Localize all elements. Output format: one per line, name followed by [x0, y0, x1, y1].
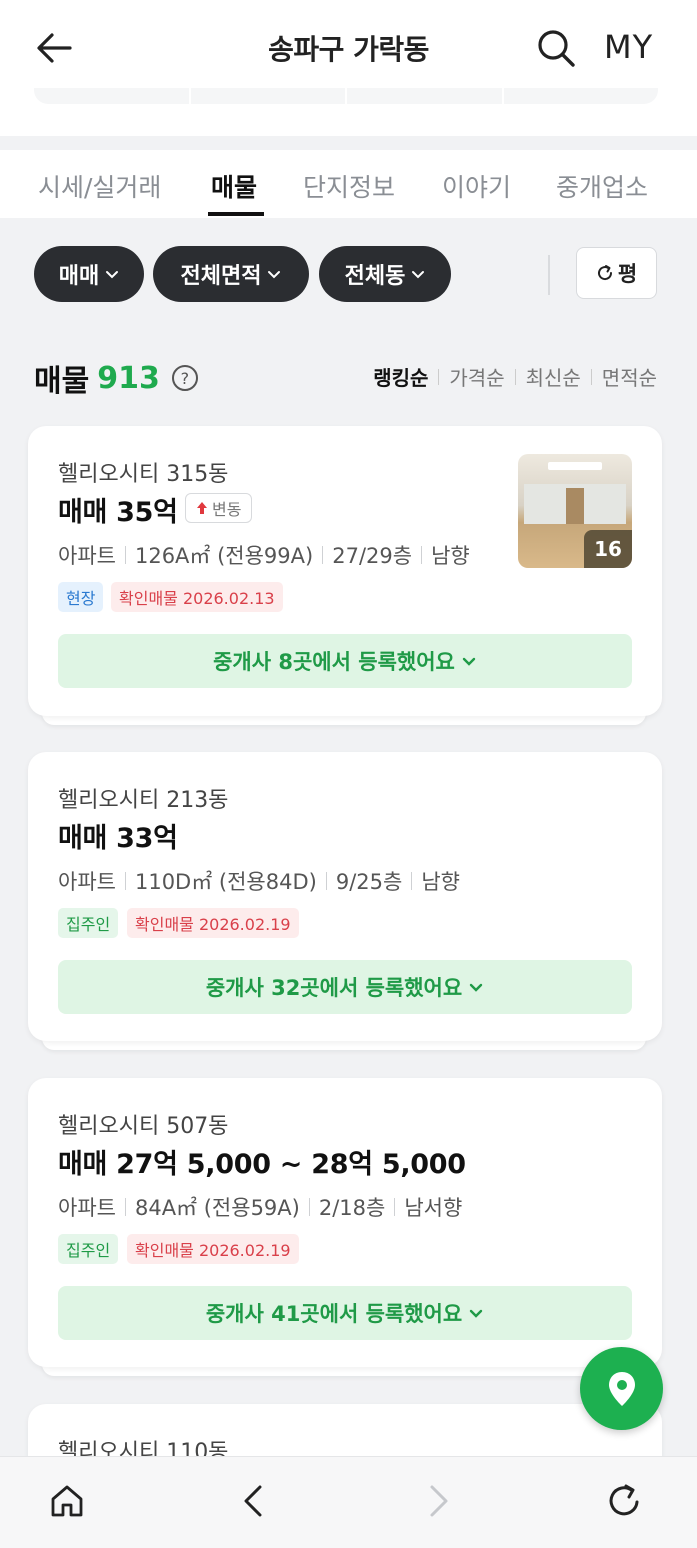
owner-tag: 집주인 — [58, 908, 119, 938]
owner-tag: 집주인 — [58, 1234, 119, 1264]
tab-bar: 시세/실거래 매물 단지정보 이야기 중개업소 — [0, 150, 697, 218]
trade-type-filter[interactable]: 매매 — [34, 246, 144, 302]
chevron-down-icon — [268, 271, 281, 279]
listing-type: 아파트 — [58, 544, 116, 568]
agent-expand-button[interactable]: 중개사 41곳에서 등록했어요 — [58, 1286, 632, 1340]
search-icon — [538, 30, 575, 67]
area-filter-label: 전체면적 — [180, 264, 262, 289]
chevron-down-icon — [106, 271, 119, 279]
listing-count: 매물 913 ? — [34, 356, 198, 400]
chevron-down-icon — [469, 1309, 483, 1318]
listing-count-label: 매물 — [34, 364, 90, 399]
refresh-icon — [609, 1484, 639, 1516]
active-tab-indicator — [208, 212, 264, 216]
listing-info: 아파트 126A㎡ (전용99A) 27/29층 남향 — [58, 540, 470, 570]
sort-newest[interactable]: 최신순 — [526, 362, 581, 391]
tab-complex-info[interactable]: 단지정보 — [303, 168, 395, 204]
home-icon — [51, 1485, 83, 1517]
listing-floor: 2/18층 — [318, 1196, 386, 1220]
trade-type-label: 매매 — [58, 264, 100, 289]
listing-building: 헬리오시티 315동 — [58, 462, 229, 487]
listing-price: 매매 35억 — [58, 497, 178, 528]
listing-floor: 9/25층 — [335, 870, 403, 894]
listing-photo[interactable]: 16 — [518, 454, 632, 568]
chevron-down-icon — [469, 983, 483, 992]
confirmed-listing-tag: 확인매물 2026.02.13 — [111, 582, 283, 612]
agent-count-label: 중개사 8곳에서 등록했어요 — [213, 650, 455, 674]
listing-info: 아파트 110D㎡ (전용84D) 9/25층 남향 — [58, 866, 460, 896]
browser-back-button[interactable] — [232, 1479, 276, 1523]
confirmed-listing-tag: 확인매물 2026.02.19 — [127, 1234, 299, 1264]
agent-count-label: 중개사 32곳에서 등록했어요 — [205, 976, 463, 1000]
agent-count-label: 중개사 41곳에서 등록했어요 — [205, 1302, 463, 1326]
building-filter[interactable]: 전체동 — [319, 246, 451, 302]
filter-divider — [548, 255, 550, 295]
listing-building: 헬리오시티 213동 — [58, 788, 229, 813]
listing-floor: 27/29층 — [332, 544, 413, 568]
my-button[interactable]: MY — [604, 28, 653, 66]
listing-type: 아파트 — [58, 1196, 116, 1220]
browser-forward-button[interactable] — [416, 1479, 460, 1523]
reload-button[interactable] — [602, 1479, 646, 1523]
app-header: 송파구 가락동 MY — [0, 0, 697, 96]
chevron-right-icon — [430, 1485, 448, 1517]
price-change-label: 변동 — [212, 500, 242, 519]
arrow-up-icon — [197, 502, 207, 514]
tab-stories[interactable]: 이야기 — [442, 168, 511, 204]
tab-listings[interactable]: 매물 — [211, 168, 257, 204]
map-pin-icon — [608, 1371, 635, 1406]
map-view-button[interactable] — [580, 1347, 663, 1430]
listing-direction: 남서향 — [404, 1196, 463, 1220]
listing-info: 아파트 84A㎡ (전용59A) 2/18층 남서향 — [58, 1192, 462, 1222]
help-icon[interactable]: ? — [171, 365, 198, 391]
building-filter-label: 전체동 — [344, 264, 406, 289]
refresh-icon — [597, 265, 612, 281]
sort-area[interactable]: 면적순 — [602, 362, 657, 391]
listing-area: 110D㎡ (전용84D) — [134, 870, 317, 894]
area-filter[interactable]: 전체면적 — [153, 246, 309, 302]
page-title: 송파구 가락동 — [268, 33, 429, 66]
photo-count: 16 — [584, 530, 632, 568]
listing-direction: 남향 — [421, 870, 460, 894]
listing-count-number: 913 — [97, 360, 160, 396]
listing-area: 126A㎡ (전용99A) — [134, 544, 314, 568]
sort-price[interactable]: 가격순 — [449, 362, 504, 391]
agent-expand-button[interactable]: 중개사 8곳에서 등록했어요 — [58, 634, 632, 688]
price-change-badge: 변동 — [185, 493, 253, 523]
home-button[interactable] — [45, 1479, 89, 1523]
chevron-down-icon — [412, 271, 425, 279]
tab-agencies[interactable]: 중개업소 — [556, 168, 648, 204]
unit-toggle-label: 평 — [617, 262, 638, 286]
listing-area: 84A㎡ (전용59A) — [134, 1196, 300, 1220]
verification-tag: 현장 — [58, 582, 104, 612]
browser-nav-bar — [0, 1456, 697, 1548]
listing-card[interactable]: 헬리오시티 213동 매매 33억 아파트 110D㎡ (전용84D) 9/25… — [28, 752, 662, 1041]
listing-card[interactable]: 헬리오시티 315동 매매 35억 변동 아파트 126A㎡ (전용99A) 2… — [28, 426, 662, 716]
listing-price: 매매 33억 — [58, 823, 178, 854]
listing-price: 매매 27억 5,000 ~ 28억 5,000 — [58, 1149, 466, 1180]
chevron-left-icon — [244, 1485, 262, 1517]
agent-expand-button[interactable]: 중개사 32곳에서 등록했어요 — [58, 960, 632, 1014]
sort-ranking[interactable]: 랭킹순 — [373, 362, 428, 391]
confirmed-listing-tag: 확인매물 2026.02.19 — [127, 908, 299, 938]
unit-toggle-button[interactable]: 평 — [576, 247, 657, 299]
chevron-down-icon — [462, 657, 476, 666]
listing-type: 아파트 — [58, 870, 116, 894]
listing-direction: 남향 — [431, 544, 470, 568]
listing-building: 헬리오시티 507동 — [58, 1114, 229, 1139]
tab-price-history[interactable]: 시세/실거래 — [38, 168, 161, 204]
search-button[interactable] — [534, 26, 578, 70]
collapsed-summary-strip — [0, 88, 697, 136]
listing-card[interactable]: 헬리오시티 507동 매매 27억 5,000 ~ 28억 5,000 아파트 … — [28, 1078, 662, 1367]
sort-options: 랭킹순 가격순 최신순 면적순 — [373, 362, 657, 391]
